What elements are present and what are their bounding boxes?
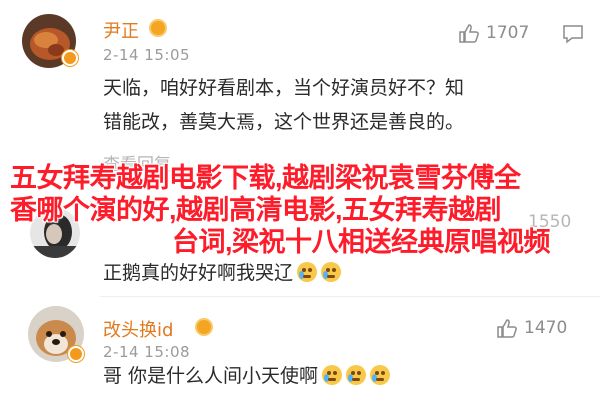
comment-text: 错能改，善莫大焉，这个世界还是善良的。 [103,111,465,133]
comment-item: 改头换id 2-14 15:08 1470 哥 你是什么人间小天使啊 [0,296,600,400]
vip-badge-icon [68,346,84,362]
comment-username[interactable]: 尹正 [103,17,139,43]
overlay-title-line: 台词,梁祝十八相送经典原唱视频 [172,227,551,257]
comment-icon[interactable] [562,24,584,48]
like-button[interactable]: 1707 [458,23,529,43]
comment-text: 哥 你是什么人间小天使啊 [103,359,391,394]
like-count: 1707 [486,23,530,43]
like-button[interactable]: 1470 [496,318,567,338]
comment-text: 正鹅真的好好啊我哭辽 [103,256,342,291]
crying-emoji-icon [370,365,391,385]
comment-time: 2-14 15:05 [103,46,191,64]
comment-username[interactable]: 改头换id [103,316,173,342]
comment-item: 尹正 2-14 15:05 1707 天临，咱好好看剧本，当个好演员好不？知 错… [0,0,600,140]
crying-emoji-icon [297,262,318,282]
vip-badge-icon [195,318,213,336]
vip-badge-icon [62,50,78,66]
like-count: 1470 [524,318,568,338]
crying-emoji-icon [346,365,367,385]
crying-emoji-icon [322,365,343,385]
vip-badge-icon [149,19,167,37]
thumbs-up-icon [459,24,479,43]
comment-text-content: 正鹅真的好好啊我哭辽 [103,262,294,284]
comment-text-content: 哥 你是什么人间小天使啊 [103,365,319,387]
crying-emoji-icon [321,262,342,282]
thumbs-up-icon [497,319,517,338]
comment-text: 天临，咱好好看剧本，当个好演员好不？知 [103,77,465,99]
